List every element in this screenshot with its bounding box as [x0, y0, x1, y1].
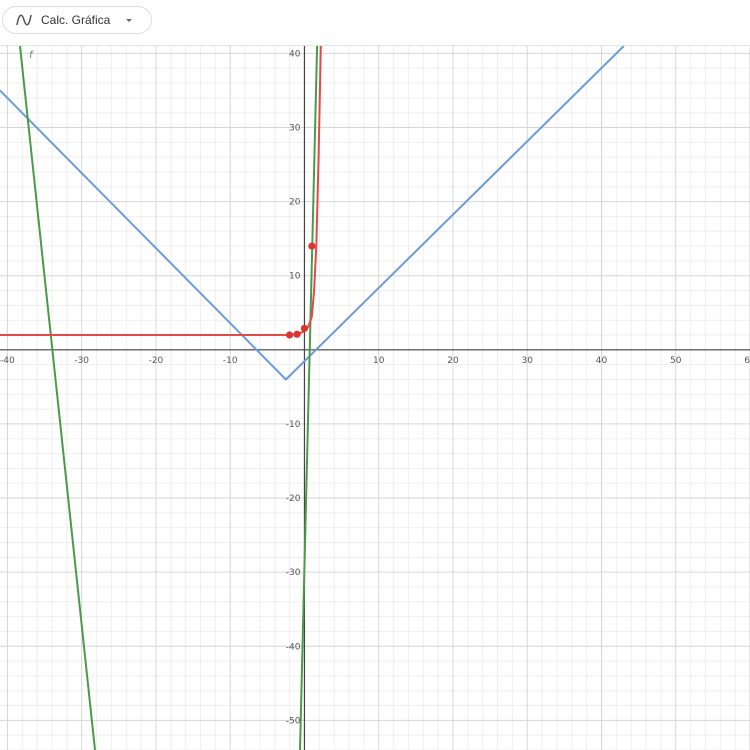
graph-canvas[interactable]: -40 -30 -20 -10 10 20 30 40 50 60 40 30 20 10 -10 -20 -3… [0, 46, 750, 750]
x-tick-label: 30 [522, 356, 534, 366]
y-tick-label: 30 [289, 124, 301, 134]
top-bar: Calc. Gráfica [0, 0, 750, 46]
tick-labels: -40 -30 -20 -10 10 20 30 40 50 60 40 30 20 10 -10 -20 -3… [0, 49, 750, 726]
major-grid [0, 46, 750, 750]
red-point [293, 330, 301, 338]
curve-green-f-branch [299, 46, 319, 750]
x-tick-label: -20 [149, 356, 164, 366]
x-tick-label: -30 [74, 356, 89, 366]
caret-down-icon[interactable] [124, 15, 134, 25]
y-tick-label: 10 [289, 272, 301, 282]
minor-grid [0, 46, 750, 750]
app-switcher-button[interactable]: Calc. Gráfica [2, 6, 152, 34]
x-tick-label: -10 [223, 356, 238, 366]
y-tick-label: -50 [286, 716, 301, 726]
app-title: Calc. Gráfica [41, 13, 111, 27]
y-tick-label: 40 [289, 49, 301, 59]
y-tick-label: -30 [286, 568, 301, 578]
y-tick-label: -40 [286, 642, 301, 652]
y-tick-label: 20 [289, 198, 301, 208]
x-tick-label: 60 [744, 356, 750, 366]
curves [0, 46, 625, 750]
red-point [308, 242, 316, 250]
curve-red-exp [0, 46, 322, 336]
y-tick-label: -10 [286, 420, 301, 430]
curve-green-f [19, 46, 96, 750]
curve-label-green-f: f [29, 50, 34, 61]
axes [0, 46, 750, 750]
y-tick-label: -20 [286, 494, 301, 504]
graphing-calculator-icon [16, 14, 32, 26]
red-point [286, 331, 294, 339]
x-tick-label: 40 [596, 356, 608, 366]
red-point [300, 324, 309, 332]
x-tick-label: 10 [373, 356, 385, 366]
x-tick-label: -40 [0, 356, 15, 366]
x-tick-label: 20 [447, 356, 459, 366]
curve-blue-abs [0, 46, 625, 381]
x-tick-label: 50 [670, 356, 682, 366]
